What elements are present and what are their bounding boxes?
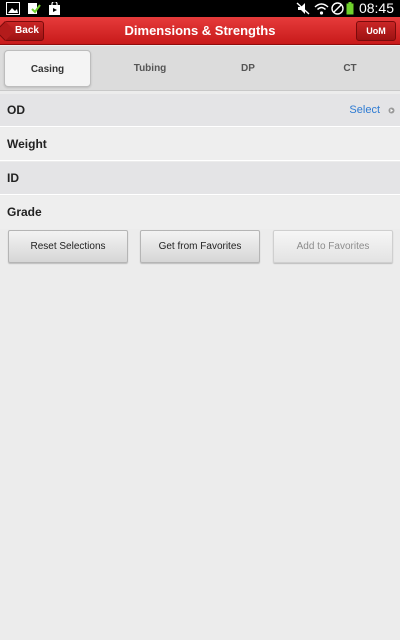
od-label: OD bbox=[7, 103, 25, 117]
download-done-icon bbox=[28, 3, 41, 14]
grade-label: Grade bbox=[7, 205, 42, 219]
tab-ct[interactable]: CT bbox=[300, 50, 400, 87]
uom-button[interactable]: UoM bbox=[356, 21, 396, 41]
tab-dp[interactable]: DP bbox=[198, 50, 298, 87]
tab-tubing[interactable]: Tubing bbox=[100, 50, 200, 87]
back-button[interactable]: Back bbox=[4, 21, 44, 41]
weight-row[interactable]: Weight bbox=[0, 128, 400, 161]
chevron-icon bbox=[388, 107, 395, 114]
weight-label: Weight bbox=[7, 137, 47, 151]
status-bar: 08:45 bbox=[0, 0, 400, 17]
image-icon bbox=[6, 2, 20, 15]
tab-casing[interactable]: Casing bbox=[4, 50, 91, 87]
shopping-bag-icon bbox=[49, 2, 60, 15]
battery-icon bbox=[346, 2, 354, 15]
get-from-favorites-button[interactable]: Get from Favorites bbox=[140, 230, 260, 263]
page-title: Dimensions & Strengths bbox=[124, 23, 276, 38]
mute-icon bbox=[296, 2, 310, 15]
clock: 08:45 bbox=[358, 0, 394, 16]
back-button-label: Back bbox=[15, 25, 39, 36]
add-to-favorites-button[interactable]: Add to Favorites bbox=[273, 230, 393, 263]
id-row[interactable]: ID bbox=[0, 162, 400, 195]
blocked-icon bbox=[331, 2, 344, 15]
app-header: Dimensions & Strengths Back UoM bbox=[0, 17, 400, 45]
id-label: ID bbox=[7, 171, 19, 185]
reset-selections-button[interactable]: Reset Selections bbox=[8, 230, 128, 263]
od-select[interactable]: Select bbox=[349, 94, 380, 127]
od-row[interactable]: OD Select bbox=[0, 94, 400, 127]
grade-row[interactable]: Grade bbox=[0, 196, 400, 229]
wifi-icon bbox=[314, 3, 329, 15]
tab-bar: Casing Tubing DP CT bbox=[0, 46, 400, 91]
